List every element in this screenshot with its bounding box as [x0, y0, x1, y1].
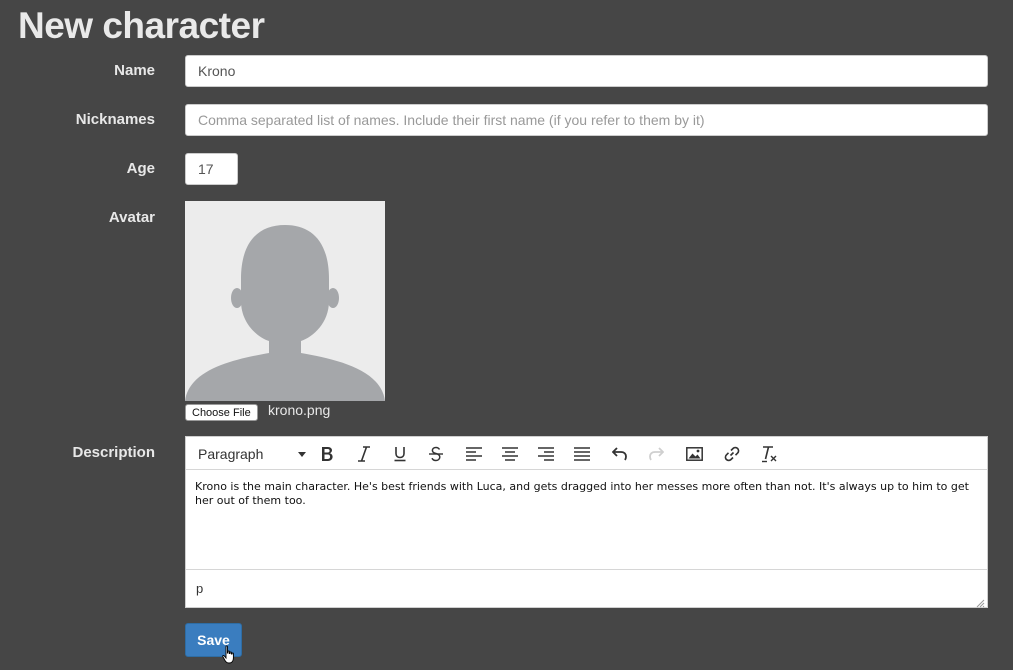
bold-icon[interactable]	[316, 443, 338, 465]
format-dropdown-value: Paragraph	[198, 446, 264, 462]
nicknames-label: Nicknames	[75, 111, 155, 128]
hand-pointer-cursor-icon	[222, 645, 236, 670]
age-input[interactable]: 17	[185, 153, 238, 185]
align-left-icon[interactable]	[463, 443, 485, 465]
editor-content[interactable]: Krono is the main character. He's best f…	[186, 470, 987, 570]
avatar-label: Avatar	[108, 209, 155, 226]
chevron-down-icon	[298, 452, 306, 457]
align-right-icon[interactable]	[535, 443, 557, 465]
format-dropdown[interactable]: Paragraph	[198, 444, 306, 464]
align-center-icon[interactable]	[499, 443, 521, 465]
justify-icon[interactable]	[571, 443, 593, 465]
age-label: Age	[126, 160, 155, 177]
name-input[interactable]: Krono	[185, 55, 988, 87]
undo-icon[interactable]	[609, 443, 631, 465]
resize-handle-icon[interactable]	[975, 595, 985, 608]
underline-icon[interactable]	[389, 443, 411, 465]
page-title: New character	[18, 5, 265, 46]
person-silhouette-icon	[185, 201, 385, 401]
redo-icon[interactable]	[645, 443, 667, 465]
editor-toolbar: Paragraph	[186, 437, 987, 470]
choose-file-button[interactable]: Choose File	[185, 404, 258, 421]
image-icon[interactable]	[683, 443, 705, 465]
clear-formatting-icon[interactable]	[759, 443, 781, 465]
description-label: Description	[72, 444, 155, 461]
link-icon[interactable]	[721, 443, 743, 465]
strikethrough-icon[interactable]	[425, 443, 447, 465]
rich-text-editor: Paragraph Krono is the main character. H…	[185, 436, 988, 608]
selected-file-name: krono.png	[268, 402, 331, 418]
avatar-preview	[185, 201, 385, 401]
editor-status-path[interactable]: p	[196, 581, 203, 596]
italic-icon[interactable]	[353, 443, 375, 465]
name-label: Name	[114, 62, 155, 79]
nicknames-input[interactable]: Comma separated list of names. Include t…	[185, 104, 988, 136]
